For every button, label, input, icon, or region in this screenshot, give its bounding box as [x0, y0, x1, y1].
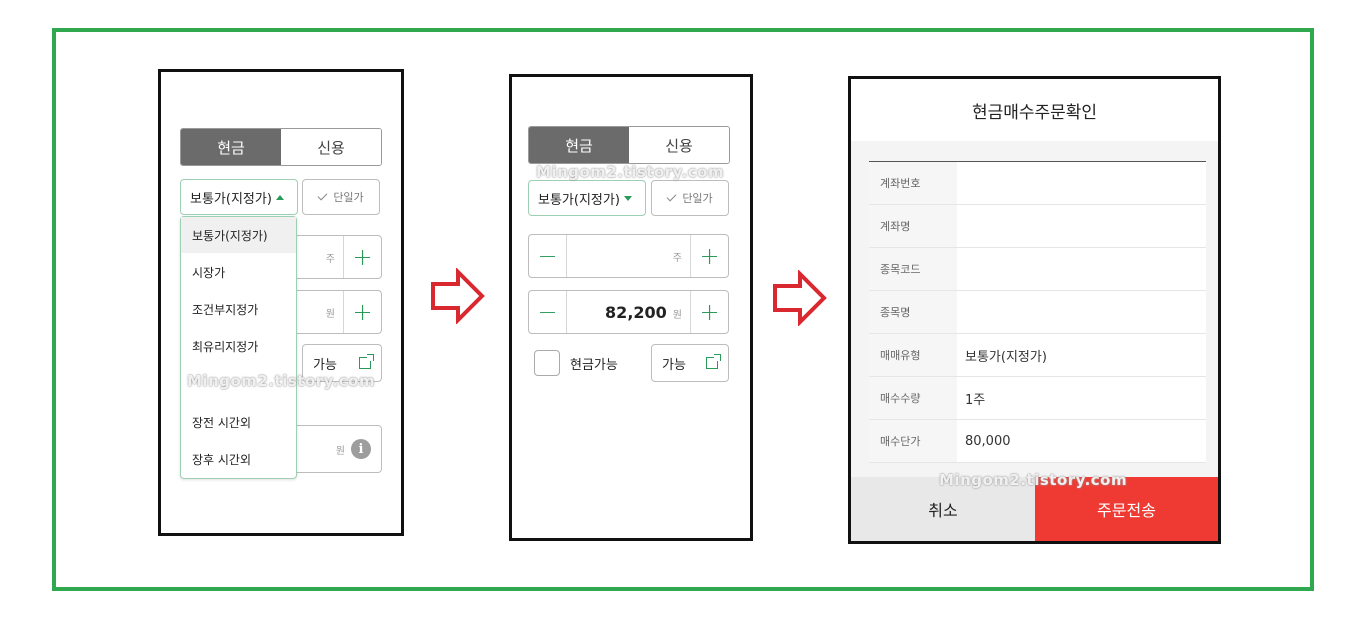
plus-icon[interactable]: +	[690, 235, 728, 277]
row-value: 80,000	[965, 433, 1011, 449]
dropdown-item[interactable]: 조건부지정가	[181, 291, 296, 327]
row-label: 매매유형	[869, 334, 957, 376]
minus-icon[interactable]: −	[529, 291, 567, 333]
table-row: 종목코드	[869, 248, 1206, 291]
check-icon	[317, 190, 328, 201]
order-screen-price: 현금 신용 보통가(지정가) 단일가 − 주 + − 82,200 원 + 현금가…	[509, 74, 753, 541]
watermark: Mingom2.tistory.com	[536, 163, 725, 181]
single-price-button[interactable]: 단일가	[651, 180, 729, 216]
checkbox-box[interactable]	[534, 350, 560, 376]
caret-down-icon	[623, 195, 632, 201]
dropdown-item[interactable]: 보통가(지정가)	[181, 217, 296, 253]
table-row: 종목명	[869, 291, 1206, 334]
watermark: Mingom2.tistory.com	[939, 471, 1128, 489]
qty-unit: 주	[325, 253, 335, 265]
price-unit: 원	[325, 308, 335, 320]
row-label: 매수단가	[869, 420, 957, 462]
dialog-body: 계좌번호 계좌명 종목코드 종목명 매매유형 보통가(지정가) 매수수량 1주 …	[851, 141, 1218, 477]
available-label: 가능	[662, 357, 686, 373]
watermark: Mingom2.tistory.com	[187, 372, 376, 390]
order-screen-dropdown: 현금 신용 보통가(지정가) 단일가 주 + 원 + 가능 원 i 보통가(지정…	[158, 69, 404, 536]
order-summary-table: 계좌번호 계좌명 종목코드 종목명 매매유형 보통가(지정가) 매수수량 1주 …	[869, 161, 1206, 463]
tab-credit[interactable]: 신용	[281, 129, 381, 165]
tab-credit[interactable]: 신용	[629, 127, 729, 163]
row-label: 계좌명	[869, 205, 957, 247]
plus-icon[interactable]: +	[343, 236, 381, 278]
single-price-label: 단일가	[333, 191, 364, 204]
order-type-value: 보통가(지정가)	[538, 192, 620, 208]
row-label: 종목코드	[869, 248, 957, 290]
cash-credit-toggle: 현금 신용	[528, 126, 730, 164]
order-type-select[interactable]: 보통가(지정가)	[180, 179, 298, 215]
qty-unit: 주	[672, 252, 682, 264]
table-row: 매수수량 1주	[869, 377, 1206, 420]
cash-available-label: 현금가능	[570, 357, 618, 373]
external-link-icon	[359, 354, 374, 369]
single-price-label: 단일가	[682, 192, 713, 205]
dialog-title: 현금매수주문확인	[851, 79, 1218, 141]
row-label: 종목명	[869, 291, 957, 333]
price-value[interactable]: 82,200 원	[567, 303, 690, 322]
dropdown-item[interactable]: 시장가	[181, 254, 296, 290]
cash-available-checkbox[interactable]: 현금가능	[534, 350, 618, 376]
plus-icon[interactable]: +	[690, 291, 728, 333]
quantity-value[interactable]: 주	[567, 249, 690, 264]
minus-icon[interactable]: −	[529, 235, 567, 277]
available-button[interactable]: 가능	[651, 344, 729, 382]
order-confirm-dialog: 현금매수주문확인 계좌번호 계좌명 종목코드 종목명 매매유형 보통가(지정가)	[848, 76, 1221, 544]
row-label: 매수수량	[869, 377, 957, 419]
external-link-icon	[706, 354, 721, 369]
quantity-stepper: − 주 +	[528, 234, 729, 278]
check-icon	[666, 191, 677, 202]
order-type-dropdown: 보통가(지정가) 시장가 조건부지정가 최유리지정가 장전 시간외 장후 시간외	[180, 216, 297, 479]
order-type-value: 보통가(지정가)	[190, 191, 272, 207]
cash-credit-toggle: 현금 신용	[180, 128, 382, 166]
table-row: 계좌명	[869, 205, 1206, 248]
plus-icon[interactable]: +	[343, 291, 381, 333]
table-row: 계좌번호	[869, 162, 1206, 205]
price-number: 82,200	[605, 302, 667, 322]
table-row: 매수단가 80,000	[869, 420, 1206, 463]
price-unit: 원	[672, 309, 682, 321]
dropdown-item[interactable]: 최유리지정가	[181, 328, 296, 364]
single-price-button[interactable]: 단일가	[302, 179, 380, 215]
caret-up-icon	[275, 194, 284, 200]
tab-cash[interactable]: 현금	[181, 129, 281, 165]
tab-cash[interactable]: 현금	[529, 127, 629, 163]
amount-unit: 원	[335, 445, 345, 457]
order-type-select[interactable]: 보통가(지정가)	[528, 180, 646, 216]
row-value: 1주	[965, 392, 986, 408]
dropdown-item[interactable]: 장전 시간외	[181, 404, 296, 440]
table-row: 매매유형 보통가(지정가)	[869, 334, 1206, 377]
row-label: 계좌번호	[869, 162, 957, 204]
price-stepper: − 82,200 원 +	[528, 290, 729, 334]
available-label: 가능	[313, 357, 337, 373]
arrow-right-icon	[773, 270, 827, 326]
dropdown-item[interactable]: 장후 시간외	[181, 441, 296, 477]
info-icon[interactable]: i	[351, 439, 371, 459]
row-value: 보통가(지정가)	[965, 349, 1047, 365]
arrow-right-icon	[431, 268, 485, 324]
